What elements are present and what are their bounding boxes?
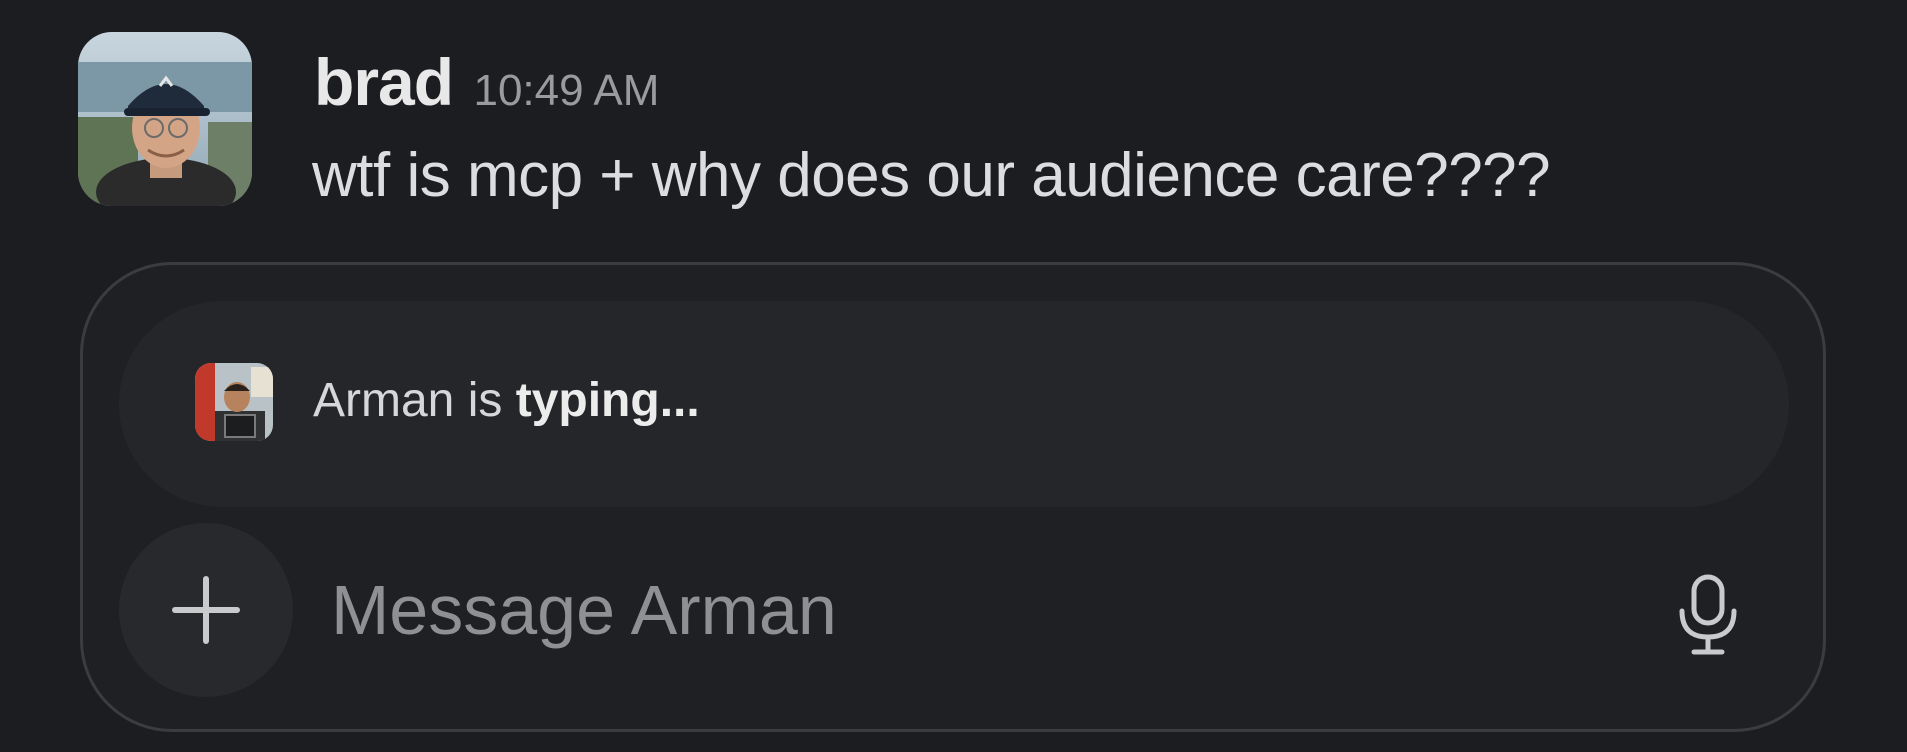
typing-user-name: Arman	[313, 374, 455, 427]
plus-icon	[172, 576, 240, 644]
dm-view: brad 10:49 AM wtf is mcp + why does our …	[0, 0, 1907, 752]
author-name[interactable]: brad	[314, 45, 454, 119]
message-header: brad 10:49 AM	[314, 44, 659, 120]
message-composer: Arman is typing...	[80, 262, 1826, 732]
typing-indicator: Arman is typing...	[119, 301, 1789, 507]
message-timestamp[interactable]: 10:49 AM	[473, 66, 659, 115]
message-row: brad 10:49 AM wtf is mcp + why does our …	[78, 32, 1878, 212]
voice-message-button[interactable]	[1663, 565, 1753, 665]
microphone-icon	[1679, 574, 1737, 655]
typing-connector: is	[454, 374, 516, 427]
message-input[interactable]	[331, 555, 1631, 665]
typing-status: typing...	[515, 374, 700, 427]
typing-text: Arman is typing...	[313, 373, 700, 428]
typing-user-avatar	[195, 363, 273, 441]
author-avatar[interactable]	[78, 32, 252, 206]
message-text: wtf is mcp + why does our audience care?…	[312, 141, 1551, 210]
add-attachment-button[interactable]	[119, 523, 293, 697]
